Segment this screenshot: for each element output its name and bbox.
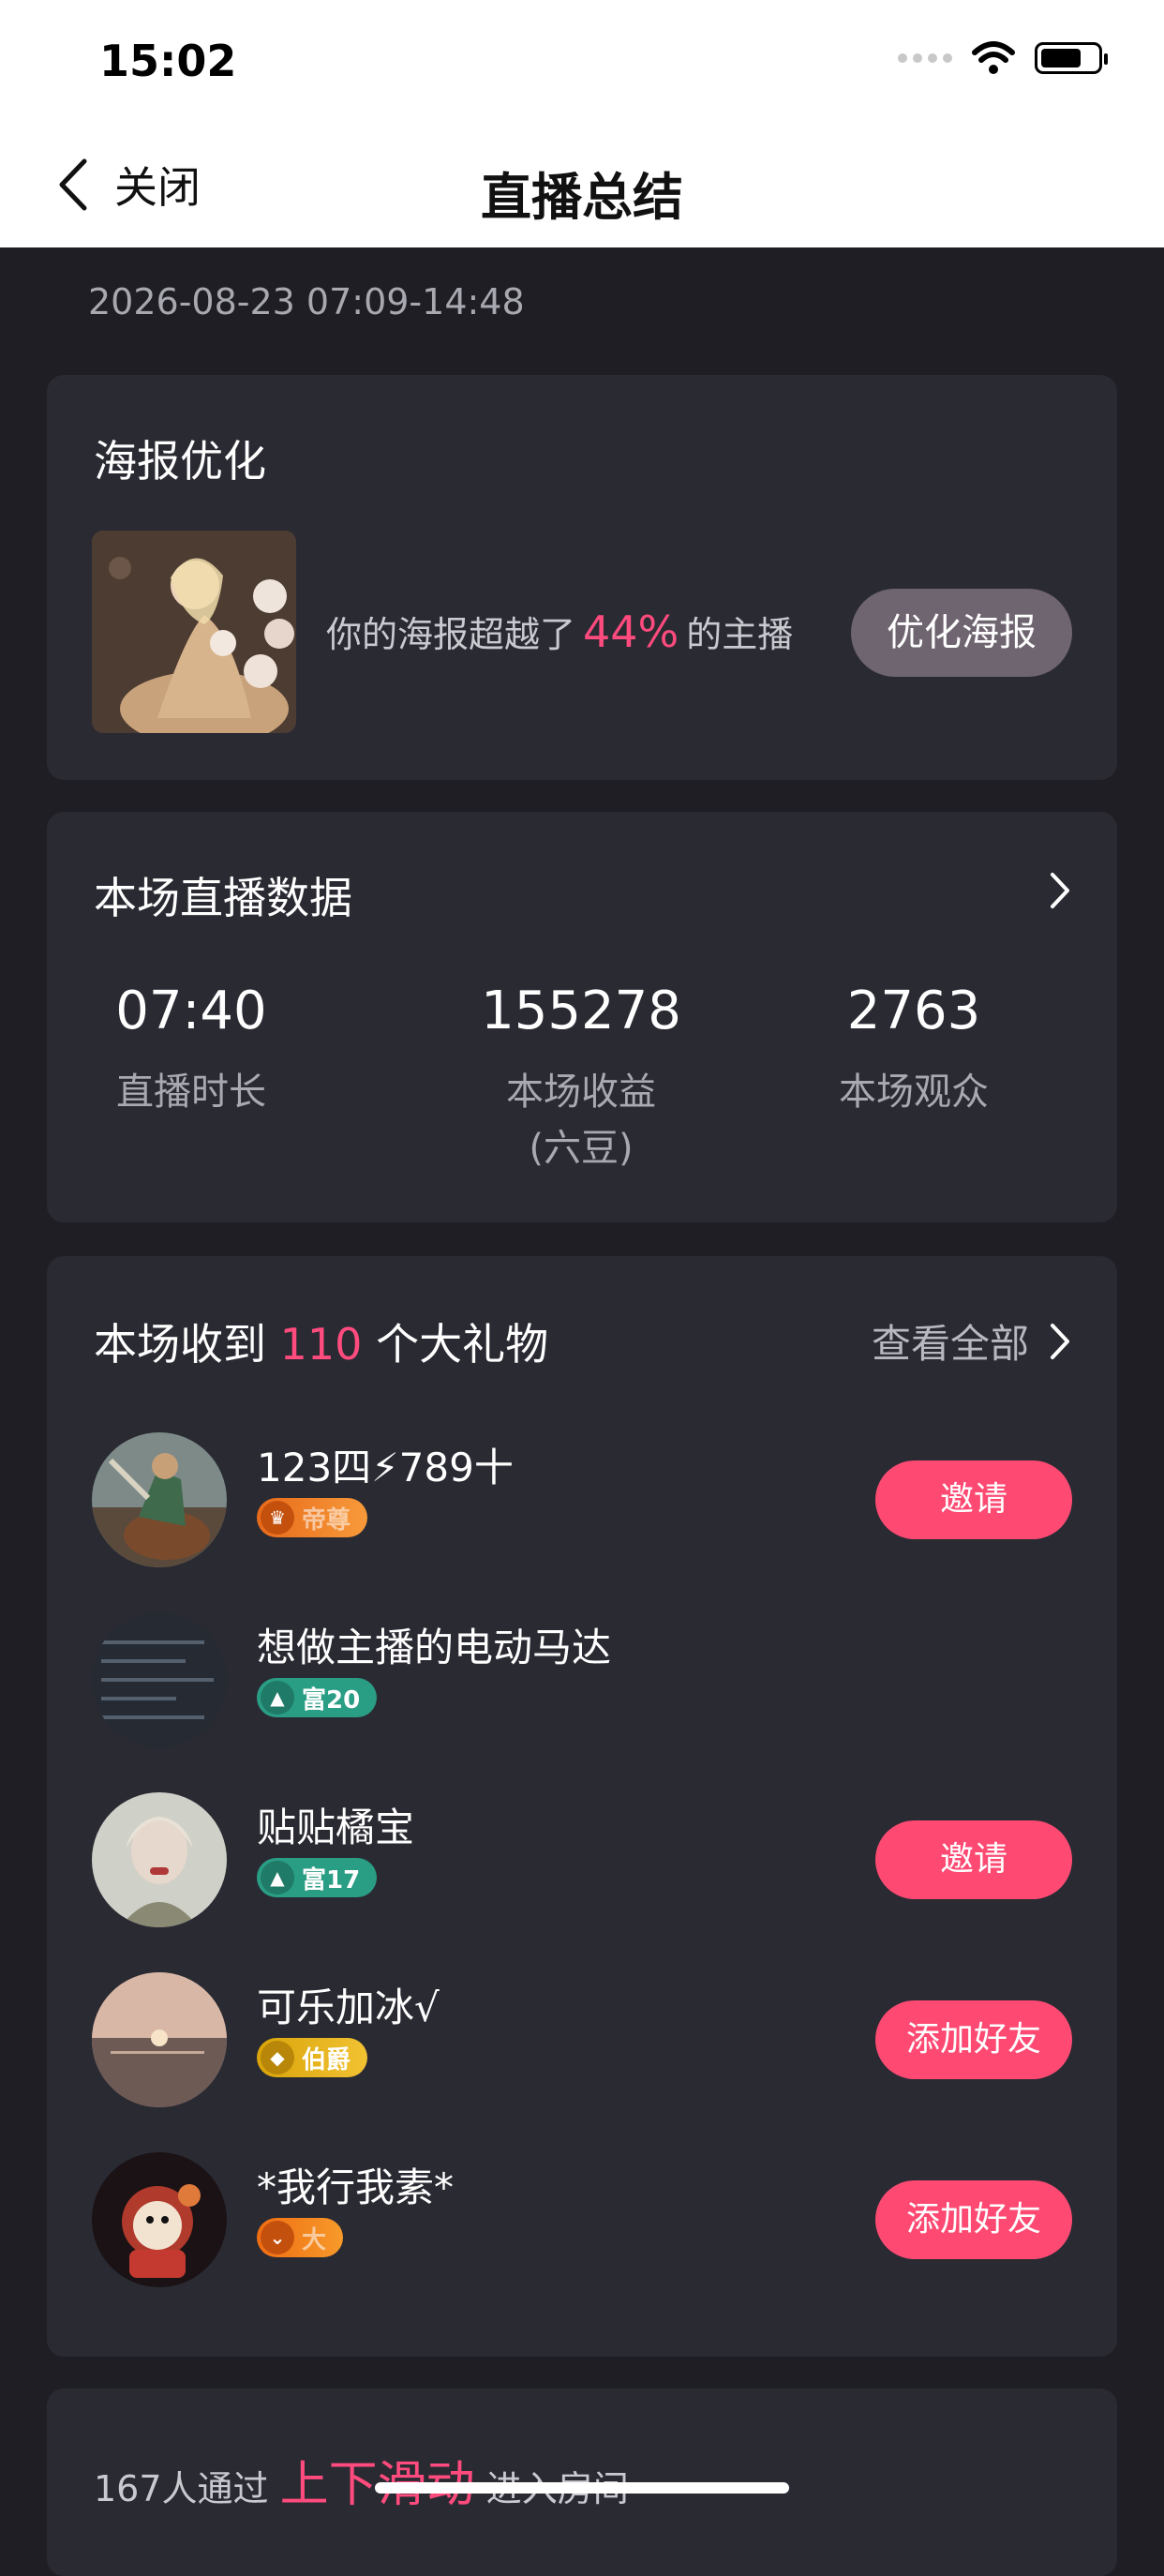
gift-user-name: 贴贴橘宝: [257, 1805, 415, 1850]
wealth-badge-icon: ▲: [261, 1861, 294, 1895]
gift-user-name: 可乐加冰√: [257, 1984, 440, 2030]
gift-user-name: *我行我素*: [257, 2164, 455, 2210]
badge-label: 大: [302, 2225, 327, 2254]
poster-text-before: 你的海报超越了: [326, 614, 576, 655]
wifi-icon: [972, 41, 1015, 74]
slide-count-text: 167人通过: [94, 2468, 269, 2509]
badge-label: 富20: [302, 1685, 361, 1715]
status-time: 15:02: [99, 36, 237, 86]
view-all-button[interactable]: 查看全部: [872, 1312, 1070, 1370]
gift-list-item: 123四⚡789十 ♛ 帝尊 邀请: [47, 1432, 1117, 1573]
level-badge: ⌄ 大: [257, 2218, 344, 2257]
gifts-title-before: 本场收到: [94, 1319, 266, 1370]
poster-percent: 44%: [583, 607, 679, 657]
big-gifts-card: 本场收到 110 个大礼物 查看全部 123四⚡789十 ♛ 帝尊 邀请 想做主…: [47, 1256, 1117, 2357]
stat-audience: 2763 本场观众: [745, 981, 1082, 1120]
stat-value: 07:40: [115, 981, 267, 1041]
add-friend-button[interactable]: 添加好友: [875, 2180, 1072, 2259]
gift-list-item: *我行我素* ⌄ 大 添加好友: [47, 2152, 1117, 2293]
badge-label: 帝尊: [302, 1505, 351, 1535]
gift-list-item: 贴贴橘宝 ▲ 富17 邀请: [47, 1792, 1117, 1933]
gift-list-item: 想做主播的电动马达 ▲ 富20: [47, 1612, 1117, 1753]
live-time-range: 2026-08-23 07:09-14:48: [88, 281, 525, 322]
avatar[interactable]: [92, 1972, 227, 2107]
gift-user-name: 123四⚡789十: [257, 1445, 514, 1490]
avatar[interactable]: [92, 1612, 227, 1747]
badge-label: 伯爵: [302, 2045, 351, 2074]
status-icons: [898, 41, 1108, 75]
shield-badge-icon: ⌄: [261, 2221, 294, 2254]
gifts-title-after: 个大礼物: [376, 1319, 549, 1370]
chevron-right-icon: [1051, 1323, 1069, 1359]
level-badge: ▲ 富17: [257, 1858, 378, 1897]
gift-user-name: 想做主播的电动马达: [257, 1625, 612, 1670]
avatar[interactable]: [92, 2152, 227, 2287]
stat-label: 直播时长: [116, 1071, 266, 1114]
level-badge: ♛ 帝尊: [257, 1498, 368, 1537]
badge-label: 富17: [302, 1865, 361, 1895]
view-all-label: 查看全部: [871, 1321, 1029, 1367]
stat-duration: 07:40 直播时长: [22, 981, 360, 1120]
level-badge: ◆ 伯爵: [257, 2038, 368, 2077]
nav-bar: 关闭 直播总结: [0, 124, 1164, 247]
poster-optimize-card: 海报优化 你的海报超越了 44% 的主播 优化海报: [47, 375, 1117, 780]
gifts-count: 110: [279, 1319, 363, 1370]
stat-revenue: 155278 本场收益 (六豆): [412, 981, 750, 1176]
stat-value: 155278: [481, 981, 681, 1041]
stats-card-title: 本场直播数据: [94, 873, 352, 923]
add-friend-button[interactable]: 添加好友: [875, 2000, 1072, 2079]
invite-button[interactable]: 邀请: [875, 1820, 1072, 1899]
live-stats-card[interactable]: 本场直播数据 07:40 直播时长 155278 本场收益 (六豆) 2763 本…: [47, 812, 1117, 1222]
signal-icon: [898, 53, 952, 63]
gifts-title: 本场收到 110 个大礼物: [94, 1310, 548, 1372]
stat-label: 本场观众: [839, 1071, 989, 1114]
status-bar: 15:02: [0, 0, 1164, 124]
page-title: 直播总结: [481, 168, 683, 227]
stat-label-text: 本场收益: [506, 1071, 656, 1114]
avatar[interactable]: [92, 1792, 227, 1927]
stat-value: 2763: [846, 981, 981, 1041]
level-badge: ▲ 富20: [257, 1678, 378, 1717]
chevron-right-icon[interactable]: [1050, 872, 1070, 909]
wealth-badge-icon: ▲: [261, 1681, 294, 1715]
diamond-badge-icon: ◆: [261, 2041, 294, 2074]
poster-text-after: 的主播: [686, 614, 794, 655]
poster-thumbnail: [92, 531, 296, 733]
invite-button[interactable]: 邀请: [875, 1460, 1072, 1539]
battery-icon: [1035, 42, 1108, 74]
avatar[interactable]: [92, 1432, 227, 1567]
gift-list-item: 可乐加冰√ ◆ 伯爵 添加好友: [47, 1972, 1117, 2113]
crown-badge-icon: ♛: [261, 1501, 294, 1535]
stat-label: 本场收益 (六豆): [412, 1064, 750, 1176]
slide-entry-text: 167人通过 上下滑动 进入房间: [94, 2445, 629, 2515]
poster-card-title: 海报优化: [94, 436, 266, 487]
home-indicator[interactable]: [375, 2482, 789, 2494]
optimize-poster-button[interactable]: 优化海报: [851, 589, 1072, 677]
stat-sub-label: (六豆): [529, 1127, 634, 1170]
poster-rank-text: 你的海报超越了 44% 的主播: [326, 606, 793, 657]
